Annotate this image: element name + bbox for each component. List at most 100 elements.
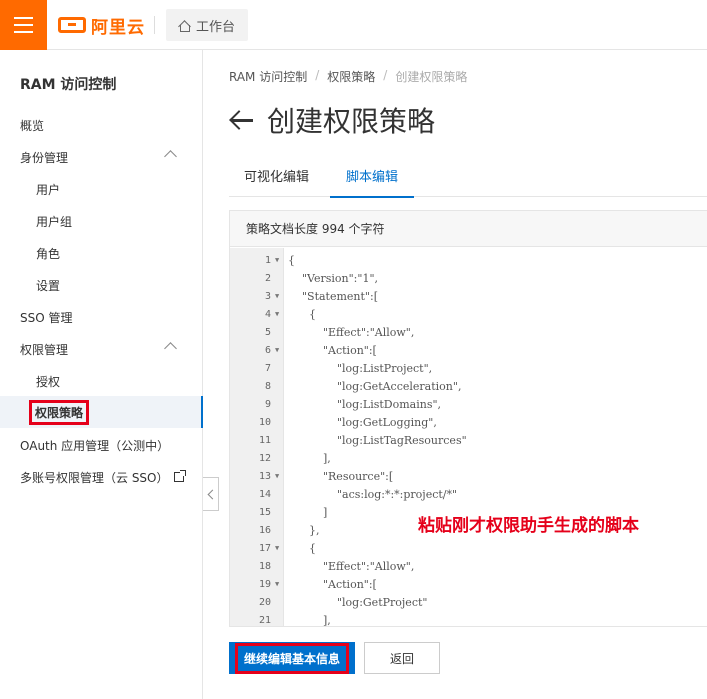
line-number: 16	[258, 525, 271, 536]
line-number: 19	[258, 579, 271, 590]
code-text: "log:ListDomains",	[288, 398, 442, 411]
code-text: {	[288, 254, 295, 267]
sidebar-item-policies[interactable]: 权限策略	[0, 396, 203, 428]
sidebar-item-grants[interactable]: 授权	[0, 365, 203, 397]
aliyun-logo-mark-icon	[58, 17, 86, 33]
code-line: 10 "log:GetLogging",	[230, 414, 707, 432]
code-text: "log:GetAcceleration",	[288, 380, 462, 393]
external-link-icon	[173, 470, 186, 482]
sidebar-title: RAM 访问控制	[20, 77, 117, 93]
line-number: 3	[264, 291, 271, 302]
line-number: 9	[264, 399, 271, 410]
sidebar-item-label: 概览	[20, 118, 45, 133]
sidebar-item-label: 用户组	[36, 214, 73, 229]
line-number: 13	[258, 471, 271, 482]
back-button[interactable]: 返回	[364, 642, 440, 674]
breadcrumb: RAM 访问控制 / 权限策略 / 创建权限策略	[229, 68, 467, 85]
code-line: 14 "acs:log:*:*:project/*"	[230, 486, 707, 504]
continue-edit-label: 继续编辑基本信息	[234, 642, 349, 674]
code-line: 18 "Effect":"Allow",	[230, 558, 707, 576]
sidebar-item-label: 权限管理	[20, 342, 69, 357]
doc-length-label: 策略文档长度 994 个字符	[230, 211, 707, 247]
workbench-button[interactable]: 工作台	[166, 9, 248, 41]
tab-script-editor[interactable]: 脚本编辑	[330, 154, 415, 198]
code-text: "log:ListTagResources"	[288, 434, 467, 447]
breadcrumb-current: 创建权限策略	[395, 70, 468, 84]
line-number: 5	[264, 327, 271, 338]
line-number: 21	[258, 615, 271, 626]
code-line: 12 ],	[230, 450, 707, 468]
code-text: {	[288, 308, 316, 321]
home-icon	[178, 20, 190, 32]
code-line: 4 ▼ {	[230, 306, 707, 324]
code-line: 8 "log:GetAcceleration",	[230, 378, 707, 396]
editor-tabs: 可视化编辑 脚本编辑	[229, 154, 707, 198]
code-text: ],	[288, 614, 331, 626]
code-editor[interactable]: 1 ▼ {2 "Version":"1", 3 ▼ "Statement":[ 4 ▼ {5…	[230, 248, 707, 626]
line-number: 11	[258, 435, 271, 446]
sidebar-item-oauth[interactable]: OAuth 应用管理（公测中）	[0, 429, 203, 461]
sidebar-item-overview[interactable]: 概览	[0, 109, 203, 141]
code-line: 6 ▼ "Action":[	[230, 342, 707, 360]
code-text: {	[288, 542, 316, 555]
code-line: 13 ▼ "Resource":[	[230, 468, 707, 486]
aliyun-logo[interactable]: 阿里云	[58, 13, 145, 38]
sidebar-item-users[interactable]: 用户	[0, 173, 203, 205]
code-text: "Statement":[	[288, 290, 378, 303]
code-text: "Version":"1",	[288, 272, 378, 285]
menu-icon[interactable]	[0, 0, 47, 50]
breadcrumb-separator: /	[315, 68, 320, 82]
sidebar-item-permissions[interactable]: 权限管理	[0, 333, 203, 365]
fold-toggle-icon[interactable]: ▼	[275, 292, 279, 300]
line-number: 14	[258, 489, 271, 500]
code-text: ]	[288, 506, 328, 519]
breadcrumb-ram[interactable]: RAM 访问控制	[229, 68, 307, 85]
line-number: 20	[258, 597, 271, 608]
code-text: "log:GetProject"	[288, 596, 428, 609]
code-line: 17 ▼ {	[230, 540, 707, 558]
line-number: 18	[258, 561, 271, 572]
back-arrow-icon[interactable]	[229, 110, 253, 130]
code-text: },	[288, 524, 320, 537]
fold-toggle-icon[interactable]: ▼	[275, 256, 279, 264]
sidebar-item-identity[interactable]: 身份管理	[0, 141, 203, 173]
fold-toggle-icon[interactable]: ▼	[275, 310, 279, 318]
code-line: 19 ▼ "Action":[	[230, 576, 707, 594]
sidebar-item-label: 权限策略	[29, 399, 90, 425]
collapse-sidebar-button[interactable]	[203, 477, 219, 511]
sidebar-item-sso[interactable]: SSO 管理	[0, 301, 203, 333]
code-text: ],	[288, 452, 331, 465]
code-line: 11 "log:ListTagResources"	[230, 432, 707, 450]
tab-visual-editor[interactable]: 可视化编辑	[244, 154, 309, 197]
sidebar-item-roles[interactable]: 角色	[0, 237, 203, 269]
line-number: 1	[264, 255, 271, 266]
divider	[154, 16, 155, 34]
line-number: 4	[264, 309, 271, 320]
line-number: 17	[258, 543, 271, 554]
code-line: 2 "Version":"1",	[230, 270, 707, 288]
sidebar: RAM 访问控制 概览 身份管理 用户 用户组 角色 设置 SSO 管理 权限管…	[0, 50, 203, 699]
breadcrumb-separator: /	[383, 68, 388, 82]
sidebar-item-groups[interactable]: 用户组	[0, 205, 203, 237]
policy-editor: 策略文档长度 994 个字符 1 ▼ {2 "Version":"1", 3 ▼ "St…	[229, 210, 707, 627]
fold-toggle-icon[interactable]: ▼	[275, 346, 279, 354]
code-line: 9 "log:ListDomains",	[230, 396, 707, 414]
continue-edit-button[interactable]: 继续编辑基本信息	[229, 642, 355, 674]
fold-toggle-icon[interactable]: ▼	[275, 544, 279, 552]
breadcrumb-policies[interactable]: 权限策略	[327, 68, 375, 85]
sidebar-item-label: 用户	[36, 182, 61, 197]
fold-toggle-icon[interactable]: ▼	[275, 580, 279, 588]
sidebar-item-label: SSO 管理	[20, 310, 73, 325]
code-text: "Effect":"Allow",	[288, 560, 415, 573]
chevron-up-icon	[164, 150, 177, 163]
brand-name: 阿里云	[91, 17, 145, 38]
code-text: "log:ListProject",	[288, 362, 433, 375]
line-number: 12	[258, 453, 271, 464]
sidebar-item-cloud-sso[interactable]: 多账号权限管理（云 SSO）	[0, 461, 203, 493]
top-bar: 阿里云 工作台	[0, 0, 707, 50]
sidebar-item-settings[interactable]: 设置	[0, 269, 203, 301]
code-line: 1 ▼ {	[230, 252, 707, 270]
fold-toggle-icon[interactable]: ▼	[275, 472, 279, 480]
code-line: 21 ],	[230, 612, 707, 626]
sidebar-item-label: 设置	[36, 278, 61, 293]
